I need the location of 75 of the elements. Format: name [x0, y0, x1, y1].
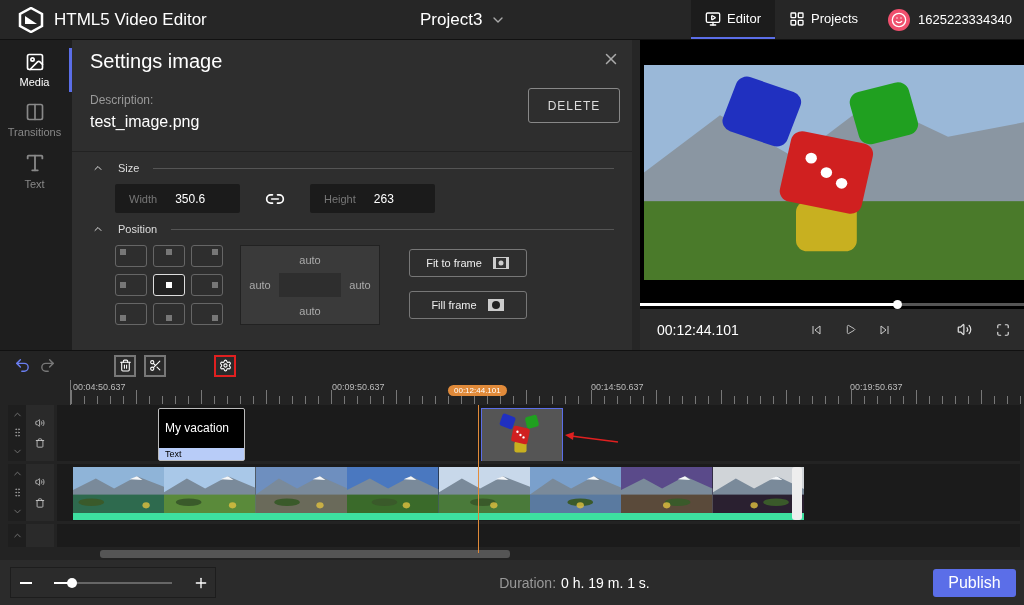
app-title: HTML5 Video Editor — [54, 9, 207, 30]
sidebar-item[interactable]: Transitions — [0, 98, 72, 142]
duration-label: Duration: — [499, 574, 557, 591]
ruler-label: 00:04:50.637 — [72, 382, 126, 393]
zoom-thumb[interactable] — [66, 577, 77, 588]
transition-icon — [24, 102, 45, 122]
tool-button[interactable] — [214, 354, 236, 377]
editor-icon — [705, 10, 722, 27]
section-label: Position — [118, 223, 158, 235]
fill-frame-icon — [486, 298, 505, 312]
tab-label: Projects — [811, 11, 858, 26]
trash-icon — [118, 359, 132, 373]
field-value: 350.6 — [175, 191, 206, 206]
grid-icon — [789, 10, 806, 27]
ruler-label: 00:14:50.637 — [590, 382, 644, 393]
nav-tab[interactable]: Projects — [775, 0, 872, 39]
field-label: Width — [129, 192, 158, 205]
minus-icon — [19, 581, 32, 584]
play-icon[interactable] — [845, 324, 856, 335]
description-value: test_image.png — [90, 113, 201, 131]
ruler-label: 00:09:50.637 — [331, 382, 385, 393]
width-field[interactable]: Width 350.6 — [115, 184, 240, 213]
step-forward-icon[interactable] — [880, 324, 890, 335]
tool-button[interactable] — [144, 354, 166, 377]
margin-value[interactable]: auto — [299, 304, 321, 317]
duration-value: 0 h. 19 m. 1 s. — [561, 574, 650, 591]
smile-icon — [891, 11, 907, 28]
field-label: Height — [324, 192, 356, 205]
section-label: Size — [118, 162, 140, 174]
fullscreen-icon[interactable] — [996, 322, 1010, 337]
delete-button[interactable]: DELETE — [528, 88, 620, 123]
publish-button[interactable]: Publish — [933, 568, 1016, 597]
progress-track[interactable] — [640, 300, 1024, 309]
step-back-icon[interactable] — [811, 324, 821, 335]
trash-icon[interactable] — [35, 497, 45, 508]
volume-icon[interactable] — [957, 322, 972, 337]
volume-icon[interactable] — [35, 417, 45, 428]
scrollbar[interactable] — [100, 550, 510, 558]
avatar[interactable] — [888, 8, 910, 31]
description-label: Description: — [90, 93, 155, 107]
image-icon — [24, 52, 45, 72]
fit-frame-icon — [491, 256, 510, 270]
progress-thumb[interactable] — [893, 300, 903, 309]
trim-handle[interactable] — [792, 467, 802, 521]
field-value: 263 — [373, 191, 394, 206]
clip-text: My vacation — [164, 419, 231, 437]
ruler-label: 00:19:50.637 — [849, 382, 903, 393]
undo-icon[interactable] — [14, 357, 31, 375]
sidebar-label: Transitions — [7, 126, 62, 138]
video-clip[interactable] — [73, 467, 804, 521]
frame-button[interactable]: Fill frame — [409, 291, 527, 319]
volume-icon[interactable] — [35, 477, 45, 488]
margin-value[interactable]: auto — [299, 253, 321, 266]
tab-label: Editor — [727, 11, 762, 26]
frame-button[interactable]: Fit to frame — [409, 249, 527, 277]
height-field[interactable]: Height 263 — [310, 184, 435, 213]
logo-icon — [18, 6, 44, 33]
scissors-icon — [148, 359, 162, 373]
settings-icon — [218, 359, 232, 373]
sidebar-item[interactable]: Text — [0, 148, 72, 194]
project-selector[interactable]: Project3 — [420, 9, 507, 30]
margin-value[interactable]: auto — [349, 279, 371, 291]
clip-label: Text — [159, 447, 244, 460]
sidebar-label: Media — [19, 76, 50, 88]
trash-icon[interactable] — [35, 438, 45, 449]
nav-tab[interactable]: Editor — [691, 0, 776, 39]
sidebar-label: Text — [24, 178, 45, 190]
current-time: 00:12:44.101 — [657, 321, 740, 338]
redo-icon[interactable] — [39, 357, 56, 375]
user-id: 1625223334340 — [918, 12, 1012, 27]
text-clip[interactable]: My vacation Text — [158, 407, 245, 461]
arrow-icon — [565, 430, 619, 445]
panel-title: Settings image — [90, 50, 223, 73]
tool-button[interactable] — [114, 354, 136, 377]
margin-value[interactable]: auto — [249, 279, 271, 291]
